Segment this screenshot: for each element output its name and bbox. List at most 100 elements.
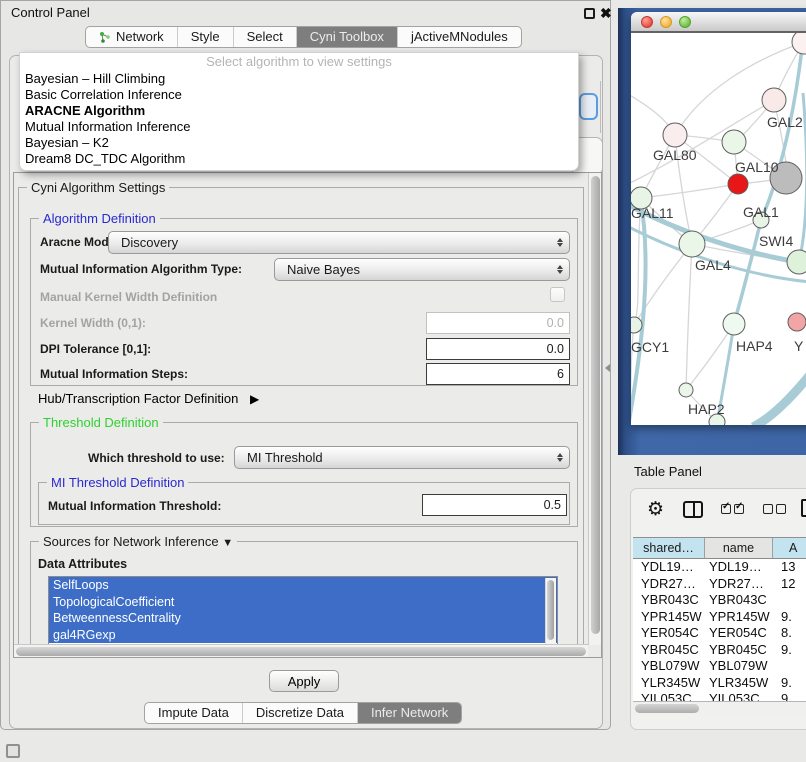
aracne-mode-value: Discovery xyxy=(109,235,551,250)
group-border-fragment xyxy=(600,81,601,133)
table-row[interactable]: YDL19…YDL19…13 xyxy=(633,559,806,576)
table-cell: YDL19… xyxy=(705,559,773,576)
tab-style[interactable]: Style xyxy=(177,27,233,47)
aracne-mode-select[interactable]: Discovery xyxy=(108,231,570,254)
node-label: HAP2 xyxy=(688,401,725,417)
settings-vertical-scrollbar[interactable] xyxy=(588,173,601,645)
table-row[interactable]: YDR27…YDR27…12 xyxy=(633,576,806,593)
node-table-rows: YDL19…YDL19…13YDR27…YDR27…12YBR043CYBR04… xyxy=(633,559,806,701)
node-hap2[interactable] xyxy=(679,383,693,397)
close-icon[interactable]: ✖ xyxy=(600,5,612,22)
table-row[interactable]: YPR145WYPR145W9. xyxy=(633,609,806,626)
select-all-icon[interactable] xyxy=(721,504,744,514)
table-row[interactable]: YBR043CYBR043C xyxy=(633,592,806,609)
data-attribute-item[interactable]: gal4RGexp xyxy=(49,627,557,644)
table-cell: YIL053C xyxy=(633,691,705,701)
tab-infer-network[interactable]: Infer Network xyxy=(357,703,461,723)
table-cell: YER054C xyxy=(633,625,705,642)
column-header-shared-name[interactable]: shared… xyxy=(633,538,705,559)
algorithm-placeholder: Select algorithm to view settings xyxy=(20,53,578,71)
mi-threshold-label: Mutual Information Threshold: xyxy=(48,499,221,513)
zoom-traffic-light-icon[interactable] xyxy=(679,16,691,28)
tab-discretize-data[interactable]: Discretize Data xyxy=(242,703,357,723)
gear-icon[interactable]: ⚙ xyxy=(647,498,664,520)
kernel-width-field[interactable]: 0.0 xyxy=(426,312,570,334)
stepper-icon xyxy=(551,238,569,247)
expand-arrow-icon[interactable]: ▶ xyxy=(250,392,259,406)
table-horizontal-scrollbar[interactable] xyxy=(633,701,806,714)
node-gal10[interactable] xyxy=(722,130,746,154)
table-cell: 12 xyxy=(773,576,806,593)
close-traffic-light-icon[interactable] xyxy=(641,16,653,28)
minimize-traffic-light-icon[interactable] xyxy=(660,16,672,28)
manual-kernel-checkbox[interactable] xyxy=(550,287,565,302)
mi-threshold-field[interactable]: 0.5 xyxy=(422,494,567,516)
network-canvas[interactable]: GAL2 GAL80 GAL10 GAL1 GAL11 SWI4 GAL4 GC… xyxy=(631,33,806,425)
node-gal4[interactable] xyxy=(679,231,705,257)
algorithm-option[interactable]: Dream8 DC_TDC Algorithm xyxy=(20,151,578,167)
node-gal80[interactable] xyxy=(663,123,687,147)
table-row[interactable]: YIL053CYIL053C9 xyxy=(633,691,806,701)
node-y[interactable] xyxy=(788,313,806,331)
network-window-titlebar[interactable] xyxy=(631,12,806,33)
algorithm-definition-legend: Algorithm Definition xyxy=(39,211,160,226)
algorithm-option[interactable]: Bayesian – Hill Climbing xyxy=(20,71,578,87)
algorithm-option[interactable]: Bayesian – K2 xyxy=(20,135,578,151)
node-gal1[interactable] xyxy=(728,174,748,194)
data-attribute-item[interactable]: SelfLoops xyxy=(49,577,557,594)
data-attributes-list: SelfLoopsTopologicalCoefficientBetweenne… xyxy=(49,577,557,643)
table-row[interactable]: YBL079WYBL079W xyxy=(633,658,806,675)
settings-horizontal-scrollbar[interactable] xyxy=(14,644,588,657)
list-scrollbar[interactable] xyxy=(545,578,556,644)
algorithm-option[interactable]: Basic Correlation Inference xyxy=(20,87,578,103)
algorithm-option[interactable]: Mutual Information Inference xyxy=(20,119,578,135)
apply-button[interactable]: Apply xyxy=(269,670,339,692)
mi-type-select[interactable]: Naive Bayes xyxy=(274,258,570,281)
table-row[interactable]: YLR345WYLR345W9. xyxy=(633,675,806,692)
tab-cyni-toolbox[interactable]: Cyni Toolbox xyxy=(296,27,397,47)
node-label: SWI4 xyxy=(759,233,793,249)
cyni-settings-legend: Cyni Algorithm Settings xyxy=(27,180,169,195)
which-threshold-label: Which threshold to use: xyxy=(88,451,225,465)
table-cell: 9. xyxy=(773,609,806,626)
node-label: GAL11 xyxy=(631,205,674,221)
tab-jactivemnodules[interactable]: jActiveMNodules xyxy=(397,27,521,47)
network-window[interactable]: GAL2 GAL80 GAL10 GAL1 GAL11 SWI4 GAL4 GC… xyxy=(631,12,806,425)
data-attribute-item[interactable]: TopologicalCoefficient xyxy=(49,594,557,611)
table-panel-title: Table Panel xyxy=(634,464,702,479)
table-row[interactable]: YER054CYER054C8. xyxy=(633,625,806,642)
control-panel-tabs: Network Style Select Cyni Toolbox jActiv… xyxy=(85,26,522,48)
node-gcy1[interactable] xyxy=(631,317,642,333)
hub-definition-label: Hub/Transcription Factor Definition xyxy=(38,391,238,406)
table-cell: 8. xyxy=(773,625,806,642)
algorithm-option[interactable]: ARACNE Algorithm xyxy=(20,103,578,119)
data-attribute-item[interactable]: BetweennessCentrality xyxy=(49,610,557,627)
node-right-green[interactable] xyxy=(787,250,806,274)
table-cell: 13 xyxy=(773,559,806,576)
column-header-partial[interactable]: A xyxy=(773,538,806,559)
node-gal2[interactable] xyxy=(762,88,786,112)
tab-impute-data[interactable]: Impute Data xyxy=(145,703,242,723)
collapse-arrow-icon[interactable]: ▼ xyxy=(222,537,233,549)
mi-type-value: Naive Bayes xyxy=(275,262,551,277)
which-threshold-select[interactable]: MI Threshold xyxy=(234,446,570,469)
tab-label: Network xyxy=(116,27,164,47)
minimized-panel-icon[interactable] xyxy=(6,744,20,758)
clipboard-icon[interactable] xyxy=(801,499,806,517)
tab-network[interactable]: Network xyxy=(86,27,177,47)
network-nodes[interactable] xyxy=(631,33,806,425)
table-row[interactable]: YBR045CYBR045C9. xyxy=(633,642,806,659)
split-columns-icon[interactable] xyxy=(683,501,703,518)
dpi-tolerance-field[interactable]: 0.0 xyxy=(426,338,570,360)
node-partial-top[interactable] xyxy=(792,33,806,54)
deselect-all-icon[interactable] xyxy=(763,504,786,514)
table-cell: YIL053C xyxy=(705,691,773,701)
splitter-collapse-icon[interactable] xyxy=(605,364,610,372)
column-header-name[interactable]: name xyxy=(705,538,773,559)
mi-steps-field[interactable]: 6 xyxy=(426,363,570,385)
table-cell: 9. xyxy=(773,675,806,692)
float-window-icon[interactable] xyxy=(584,8,595,19)
node-hap4[interactable] xyxy=(723,313,745,335)
hub-definition-toggle[interactable]: Hub/Transcription Factor Definition ▶ xyxy=(38,391,259,406)
tab-select[interactable]: Select xyxy=(233,27,296,47)
